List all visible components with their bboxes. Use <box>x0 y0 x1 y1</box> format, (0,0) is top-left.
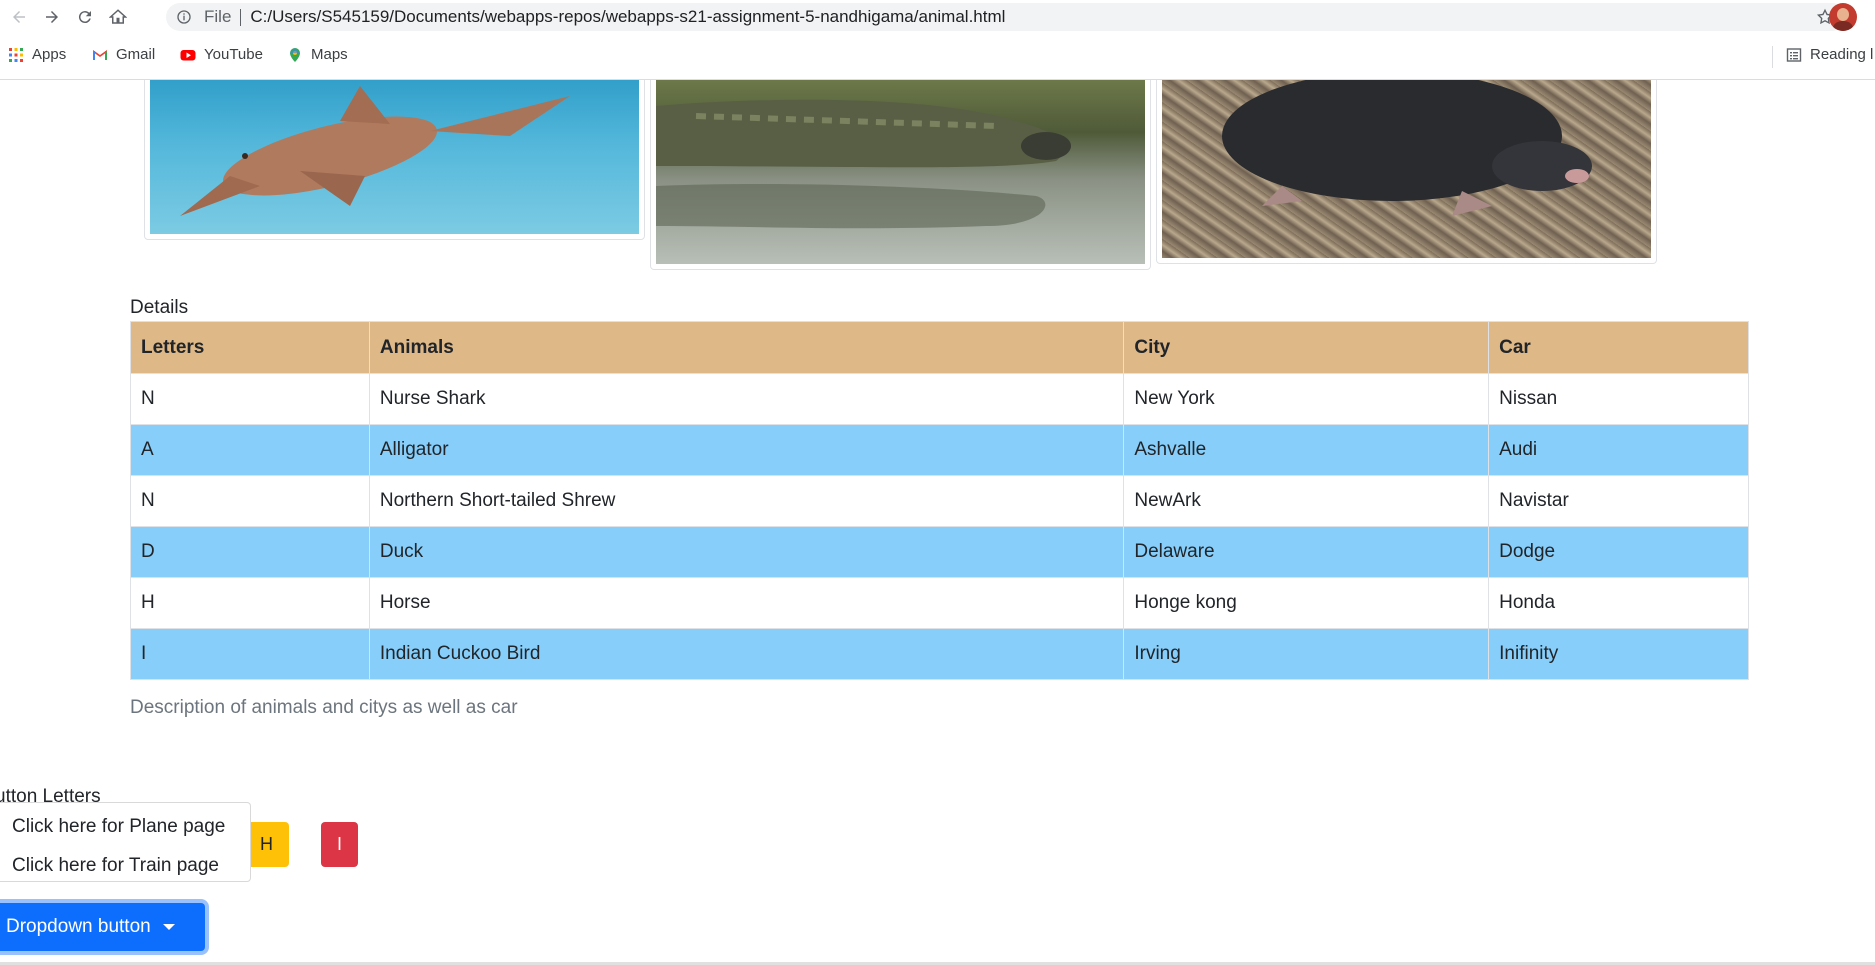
cell-city: Irving <box>1123 628 1490 680</box>
info-icon[interactable] <box>176 9 192 25</box>
header-letters: Letters <box>130 321 370 374</box>
header-city: City <box>1123 321 1490 374</box>
avatar-body <box>1833 21 1853 31</box>
header-car: Car <box>1488 321 1749 374</box>
shrew-illustration <box>1222 80 1592 216</box>
cell-car: Audi <box>1488 424 1749 476</box>
profile-avatar[interactable] <box>1829 3 1857 31</box>
cell-letter: A <box>130 424 370 476</box>
maps-icon <box>290 47 300 62</box>
bookmark-apps-label: Apps <box>32 46 67 63</box>
cell-letter: N <box>130 475 370 527</box>
letter-button-i[interactable]: I <box>321 822 358 867</box>
youtube-icon <box>180 49 196 60</box>
table-row: I Indian Cuckoo Bird Irving Inifinity <box>130 628 1749 680</box>
url-scheme-label: File <box>204 7 232 26</box>
alligator-photo <box>656 80 1145 264</box>
bookmark-reading-list-label: Reading l <box>1810 46 1874 63</box>
back-button[interactable] <box>5 3 33 31</box>
cell-animal: Horse <box>368 577 1125 629</box>
cell-animal: Nurse Shark <box>368 373 1125 425</box>
cell-letter: H <box>130 577 370 629</box>
bookmark-reading-list[interactable]: Reading l <box>1786 46 1873 63</box>
bookmark-apps[interactable]: Apps <box>8 46 66 63</box>
dropdown-item-train[interactable]: Click here for Train page <box>12 855 219 877</box>
cell-city: Ashvalle <box>1123 424 1490 476</box>
table-row: H Horse Honge kong Honda <box>130 577 1749 629</box>
bookmarks-divider <box>1772 46 1773 68</box>
reload-icon <box>78 11 91 24</box>
dropdown-button[interactable]: Dropdown button <box>0 903 205 951</box>
cell-letter: D <box>130 526 370 578</box>
table-header-row: Letters Animals City Car <box>130 321 1749 374</box>
bookmark-gmail[interactable]: Gmail <box>92 46 155 63</box>
cell-city: Honge kong <box>1123 577 1490 629</box>
cell-city: Delaware <box>1123 526 1490 578</box>
home-button[interactable] <box>104 3 132 31</box>
cell-animal: Alligator <box>368 424 1125 476</box>
cell-car: Dodge <box>1488 526 1749 578</box>
shark-illustration <box>180 86 570 216</box>
cell-car: Honda <box>1488 577 1749 629</box>
caret-down-icon <box>162 924 175 930</box>
reading-list-icon <box>1786 47 1802 62</box>
dropdown-menu: Click here for Plane page Click here for… <box>0 802 251 882</box>
cell-city: New York <box>1123 373 1490 425</box>
reload-button[interactable] <box>71 3 99 31</box>
back-arrow-icon <box>13 11 25 23</box>
avatar-face <box>1837 8 1849 21</box>
alligator-illustration <box>656 99 1071 229</box>
apps-grid-icon <box>9 47 23 62</box>
gmail-icon <box>93 49 107 60</box>
table-row: A Alligator Ashvalle Audi <box>130 424 1749 476</box>
shrew-photo <box>1162 80 1651 258</box>
browser-toolbar: File C:/Users/S545159/Documents/webapps-… <box>0 0 1875 34</box>
page-content: Details Letters Animals City Car N Nurse… <box>0 80 1875 965</box>
bookmark-youtube[interactable]: YouTube <box>180 46 263 63</box>
cell-animal: Duck <box>368 526 1125 578</box>
nurse-shark-image <box>144 80 645 240</box>
dropdown-button-label: Dropdown button <box>6 916 151 937</box>
bookmark-gmail-label: Gmail <box>116 46 156 63</box>
cell-car: Nissan <box>1488 373 1749 425</box>
alligator-image <box>650 80 1151 270</box>
bookmarks-bar: Apps Gmail YouTube Maps Reading l <box>0 34 1875 80</box>
details-label: Details <box>130 297 189 318</box>
cell-animal: Northern Short-tailed Shrew <box>368 475 1125 527</box>
animals-table: Letters Animals City Car N Nurse Shark N… <box>130 321 1749 680</box>
cell-car: Navistar <box>1488 475 1749 527</box>
cell-letter: I <box>130 628 370 680</box>
bookmark-youtube-label: YouTube <box>204 46 263 63</box>
forward-button[interactable] <box>38 3 66 31</box>
cell-letter: N <box>130 373 370 425</box>
cell-car: Inifinity <box>1488 628 1749 680</box>
table-row: N Northern Short-tailed Shrew NewArk Nav… <box>130 475 1749 527</box>
bookmark-maps-label: Maps <box>311 46 348 63</box>
cell-city: NewArk <box>1123 475 1490 527</box>
nurse-shark-photo <box>150 80 639 234</box>
home-icon <box>109 9 127 24</box>
url-text[interactable]: C:/Users/S545159/Documents/webapps-repos… <box>250 7 1005 27</box>
table-row: N Nurse Shark New York Nissan <box>130 373 1749 425</box>
forward-arrow-icon <box>46 11 58 23</box>
cell-animal: Indian Cuckoo Bird <box>368 628 1125 680</box>
bookmark-maps[interactable]: Maps <box>287 46 348 63</box>
table-caption: Description of animals and citys as well… <box>130 697 518 718</box>
table-row: D Duck Delaware Dodge <box>130 526 1749 578</box>
dropdown-item-plane[interactable]: Click here for Plane page <box>12 816 225 838</box>
address-bar[interactable]: File C:/Users/S545159/Documents/webapps-… <box>166 3 1846 31</box>
header-animals: Animals <box>368 321 1125 374</box>
url-separator <box>240 8 242 26</box>
shrew-image <box>1156 80 1657 264</box>
